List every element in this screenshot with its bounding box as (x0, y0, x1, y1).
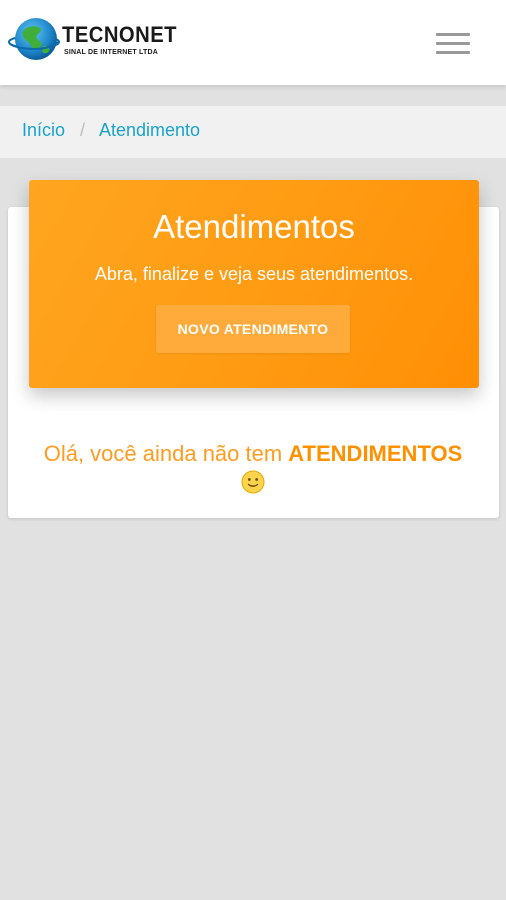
brand-tagline: SINAL DE INTERNET LTDA (64, 49, 158, 56)
hero-card: Atendimentos Abra, finalize e veja seus … (29, 180, 479, 388)
empty-state-text: Olá, você ainda não tem (43, 441, 289, 466)
breadcrumb: Início / Atendimento (0, 106, 506, 158)
new-ticket-button[interactable]: NOVO ATENDIMENTO (156, 305, 350, 353)
breadcrumb-separator: / (80, 120, 86, 140)
top-bar: TECNONET SINAL DE INTERNET LTDA (0, 0, 506, 85)
breadcrumb-item-atendimento[interactable]: Atendimento (99, 120, 200, 141)
breadcrumb-item-inicio[interactable]: Início (22, 120, 65, 141)
page-title: Atendimentos (153, 208, 355, 245)
slightly-smiling-face-icon (241, 470, 265, 494)
hamburger-menu-icon[interactable] (434, 30, 472, 56)
brand-name: TECNONET (62, 22, 177, 47)
globe-icon (8, 18, 60, 60)
brand-logo[interactable]: TECNONET SINAL DE INTERNET LTDA (8, 16, 177, 66)
page-subtitle: Abra, finalize e veja seus atendimentos. (94, 264, 414, 284)
empty-state-message: Olá, você ainda não tem ATENDIMENTOS (0, 440, 506, 501)
empty-state-highlight: ATENDIMENTOS (288, 441, 463, 466)
